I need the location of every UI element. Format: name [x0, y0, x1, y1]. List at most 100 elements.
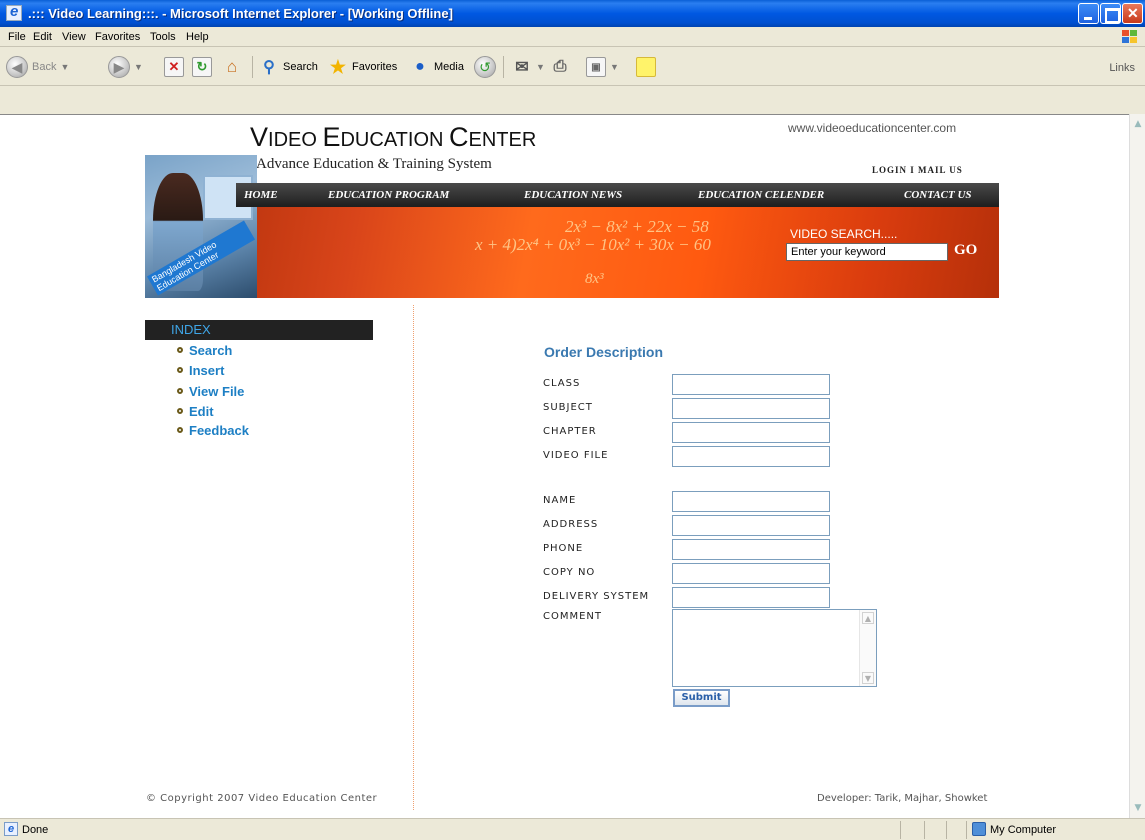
- close-button[interactable]: [1122, 3, 1143, 24]
- sidebar-index-header: INDEX: [145, 320, 373, 340]
- history-icon: ↺: [474, 56, 496, 78]
- go-button[interactable]: GO: [954, 242, 977, 259]
- bullet-icon: [177, 427, 183, 433]
- status-bar: e Done My Computer: [0, 818, 1145, 840]
- mail-button[interactable]: ✉ ▼: [512, 54, 545, 80]
- forward-arrow-icon: ▶: [108, 56, 130, 78]
- status-cell: [924, 821, 925, 839]
- site-subtitle: Advance Education & Training System: [256, 156, 492, 172]
- print-icon: ⎙: [553, 58, 567, 75]
- back-button[interactable]: ◀ Back ▼: [6, 54, 69, 80]
- nav-home[interactable]: HOME: [244, 189, 278, 201]
- menu-edit[interactable]: Edit: [33, 31, 52, 43]
- copyright-text: © Copyright 2007 Video Education Center: [146, 793, 378, 804]
- refresh-icon: ↻: [192, 57, 212, 77]
- forward-button[interactable]: ▶ ▼: [108, 54, 143, 80]
- menu-file[interactable]: File: [8, 31, 26, 43]
- class-label: CLASS: [543, 378, 581, 389]
- notes-button[interactable]: [636, 54, 656, 80]
- nav-contact-us[interactable]: CONTACT US: [904, 189, 972, 201]
- maximize-button[interactable]: [1100, 3, 1121, 24]
- media-icon: ●: [415, 58, 425, 75]
- edit-button[interactable]: ▣ ▼: [586, 54, 619, 80]
- status-text: Done: [22, 824, 49, 836]
- home-button[interactable]: ⌂: [222, 54, 242, 80]
- sidebar-item-edit[interactable]: Edit: [177, 404, 214, 419]
- chapter-label: CHAPTER: [543, 426, 597, 437]
- ie-window: .::: Video Learning:::. - Microsoft Inte…: [0, 0, 1145, 840]
- subject-field[interactable]: [672, 398, 830, 419]
- favorites-button[interactable]: ★ Favorites: [328, 54, 397, 80]
- copy-no-label: COPY NO: [543, 567, 596, 578]
- video-file-field[interactable]: [672, 446, 830, 467]
- scroll-up-arrow-icon[interactable]: ▲: [862, 612, 874, 624]
- my-computer-icon: [972, 822, 986, 836]
- menu-view[interactable]: View: [62, 31, 86, 43]
- menu-favorites[interactable]: Favorites: [95, 31, 140, 43]
- menu-bar: File Edit View Favorites Tools Help: [0, 27, 1145, 47]
- submit-button[interactable]: Submit: [673, 689, 730, 707]
- page-vertical-scrollbar[interactable]: ▲ ▼: [1129, 114, 1145, 818]
- chapter-field[interactable]: [672, 422, 830, 443]
- edit-page-icon: ▣: [586, 57, 606, 77]
- address-bar-area: [0, 87, 1145, 114]
- bullet-icon: [177, 388, 183, 394]
- chevron-down-icon: ▼: [610, 62, 619, 72]
- status-cell: [900, 821, 901, 839]
- sidebar-item-view-file[interactable]: View File: [177, 384, 244, 399]
- phone-label: PHONE: [543, 543, 584, 554]
- scroll-down-arrow-icon[interactable]: ▼: [1131, 800, 1145, 816]
- banner-photo: Bangladesh Video Education Center: [145, 155, 257, 298]
- links-toolbar[interactable]: Links: [1109, 62, 1135, 74]
- back-arrow-icon: ◀: [6, 56, 28, 78]
- phone-field[interactable]: [672, 539, 830, 560]
- address-field[interactable]: [672, 515, 830, 536]
- search-button[interactable]: ⚲ Search: [259, 54, 318, 80]
- textarea-scrollbar[interactable]: ▲ ▼: [859, 610, 876, 686]
- nav-education-news[interactable]: EDUCATION NEWS: [524, 189, 622, 201]
- site-url-text: www.videoeducationcenter.com: [788, 121, 957, 135]
- scroll-down-arrow-icon[interactable]: ▼: [862, 672, 874, 684]
- class-field[interactable]: [672, 374, 830, 395]
- sidebar-item-insert[interactable]: Insert: [177, 363, 224, 378]
- media-button[interactable]: ● Media: [410, 54, 464, 80]
- scroll-up-arrow-icon[interactable]: ▲: [1131, 116, 1145, 132]
- chevron-down-icon: ▼: [536, 62, 545, 72]
- history-button[interactable]: ↺: [474, 54, 496, 80]
- refresh-button[interactable]: ↻: [192, 54, 212, 80]
- nav-education-calendar[interactable]: EDUCATION CELENDER: [698, 189, 824, 201]
- video-search-input[interactable]: Enter your keyword: [786, 243, 948, 261]
- bullet-icon: [177, 408, 183, 414]
- toolbar-separator: [252, 56, 253, 78]
- address-label: ADDRESS: [543, 519, 599, 530]
- sidebar-item-feedback[interactable]: Feedback: [177, 423, 249, 438]
- delivery-system-label: DELIVERY SYSTEM: [543, 591, 650, 602]
- comment-label: COMMENT: [543, 611, 603, 622]
- chevron-down-icon: ▼: [134, 62, 143, 72]
- stop-icon: ✕: [164, 57, 184, 77]
- print-button[interactable]: ⎙: [550, 54, 570, 80]
- video-file-label: VIDEO FILE: [543, 450, 609, 461]
- copy-no-field[interactable]: [672, 563, 830, 584]
- ie-app-icon: [6, 3, 22, 21]
- toolbar-separator: [503, 56, 504, 78]
- nav-education-program[interactable]: EDUCATION PROGRAM: [328, 189, 449, 201]
- stop-button[interactable]: ✕: [164, 54, 184, 80]
- page-done-icon: e: [4, 822, 18, 836]
- login-mail-links[interactable]: LOGIN I MAIL US: [872, 165, 963, 175]
- sidebar-item-search[interactable]: Search: [177, 343, 232, 358]
- delivery-system-field[interactable]: [672, 587, 830, 608]
- menu-tools[interactable]: Tools: [150, 31, 176, 43]
- note-icon: [636, 57, 656, 77]
- home-icon: ⌂: [226, 57, 238, 76]
- main-nav: HOME EDUCATION PROGRAM EDUCATION NEWS ED…: [236, 183, 999, 207]
- menu-help[interactable]: Help: [186, 31, 209, 43]
- status-cell: [946, 821, 947, 839]
- name-field[interactable]: [672, 491, 830, 512]
- column-divider: [413, 305, 414, 810]
- site-logo-title: VIDEO EDUCATION CENTER: [250, 122, 537, 152]
- minimize-button[interactable]: [1078, 3, 1099, 24]
- mail-icon: ✉: [515, 59, 529, 76]
- window-title: .::: Video Learning:::. - Microsoft Inte…: [28, 6, 453, 21]
- comment-textarea[interactable]: ▲ ▼: [672, 609, 877, 687]
